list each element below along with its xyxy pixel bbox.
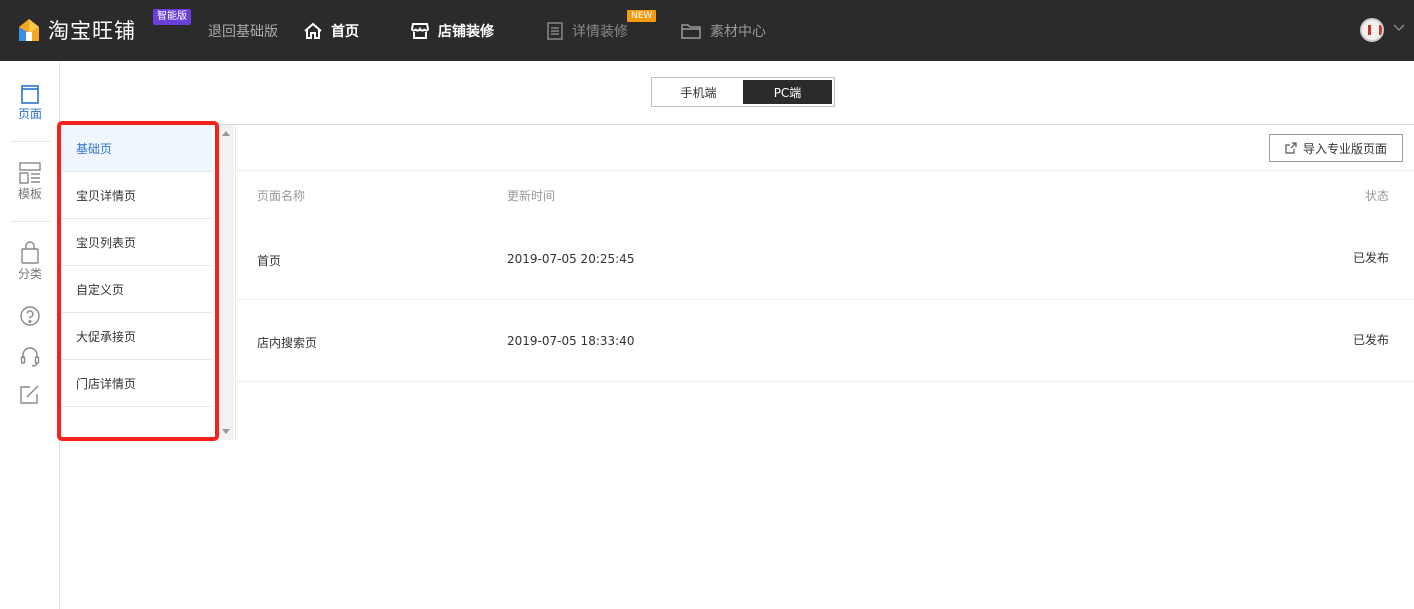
user-avatar[interactable]	[1360, 18, 1384, 42]
external-link-icon	[1285, 142, 1297, 154]
table-row[interactable]: 首页 2019-07-05 20:25:45 已发布	[236, 218, 1414, 300]
column-header-status: 状态	[1364, 189, 1389, 203]
rail-pages-label: 页面	[17, 107, 42, 121]
home-icon	[304, 22, 322, 39]
nav-detail-decoration[interactable]: 详情装修	[546, 0, 628, 61]
import-pro-page-button[interactable]: 导入专业版页面	[1269, 134, 1403, 162]
store-icon	[410, 22, 430, 39]
page-type-list: 基础页 宝贝详情页 宝贝列表页 自定义页 大促承接页 门店详情页	[62, 125, 212, 437]
page-content: 导入专业版页面 页面名称 更新时间 状态 首页 2019-07-05 20:25…	[235, 125, 1414, 440]
template-icon	[19, 162, 41, 184]
chevron-down-icon[interactable]	[1393, 24, 1405, 32]
page-type-item[interactable]: 自定义页	[62, 266, 212, 313]
pc-tab[interactable]: PC端	[743, 80, 832, 104]
edition-badge: 智能版	[153, 9, 191, 25]
scroll-up-arrow-icon[interactable]	[222, 131, 230, 136]
page-type-item[interactable]: 宝贝详情页	[62, 172, 212, 219]
rail-pages[interactable]: 页面	[0, 83, 60, 122]
nav-shop-decoration[interactable]: 店铺装修	[410, 0, 494, 61]
table-header: 页面名称 更新时间 状态	[236, 170, 1414, 218]
rail-categories-label: 分类	[17, 267, 42, 281]
column-header-name: 页面名称	[257, 189, 306, 203]
page-type-item[interactable]: 基础页	[62, 125, 212, 172]
row-status: 已发布	[1352, 333, 1389, 347]
folder-icon	[681, 23, 701, 39]
page-list-scrollbar[interactable]	[218, 125, 234, 440]
editor-header: 手机端 PC端	[60, 61, 1414, 125]
page-table: 页面名称 更新时间 状态 首页 2019-07-05 20:25:45 已发布 …	[236, 170, 1414, 382]
headset-icon	[20, 347, 40, 367]
customer-service-button[interactable]	[0, 345, 60, 369]
rail-categories[interactable]: 分类	[0, 241, 60, 282]
house-logo-icon	[18, 18, 40, 42]
help-button[interactable]	[0, 305, 60, 327]
question-icon	[20, 306, 40, 326]
logo-text: 淘宝旺铺	[48, 19, 136, 43]
left-icon-rail: 页面 模板 分类	[0, 61, 60, 609]
logo[interactable]: 淘宝旺铺	[18, 14, 136, 46]
device-toggle: 手机端 PC端	[651, 77, 835, 107]
new-badge: NEW	[627, 10, 657, 22]
scroll-down-arrow-icon[interactable]	[222, 429, 230, 434]
page-type-item[interactable]: 大促承接页	[62, 313, 212, 360]
row-page-name: 首页	[257, 254, 282, 268]
edit-icon	[20, 385, 39, 404]
edit-button[interactable]	[0, 383, 60, 405]
rail-templates-label: 模板	[17, 187, 42, 201]
mobile-tab[interactable]: 手机端	[654, 80, 743, 104]
row-updated-time: 2019-07-05 20:25:45	[507, 252, 635, 266]
row-updated-time: 2019-07-05 18:33:40	[507, 334, 635, 348]
page-type-item[interactable]: 宝贝列表页	[62, 219, 212, 266]
nav-material-center[interactable]: 素材中心	[680, 0, 766, 61]
row-status: 已发布	[1352, 251, 1389, 265]
page-type-item[interactable]: 门店详情页	[62, 360, 212, 407]
top-navbar: 淘宝旺铺 智能版 退回基础版 首页 店铺装修 详情装修 NEW 素材中心	[0, 0, 1414, 61]
column-header-updated: 更新时间	[507, 189, 556, 203]
rail-templates[interactable]: 模板	[0, 161, 60, 202]
row-page-name: 店内搜索页	[257, 336, 318, 350]
table-row[interactable]: 店内搜索页 2019-07-05 18:33:40 已发布	[236, 300, 1414, 382]
page-icon	[21, 85, 39, 104]
back-to-basic-link[interactable]: 退回基础版	[208, 0, 278, 61]
nav-home[interactable]: 首页	[303, 0, 359, 61]
import-pro-page-label: 导入专业版页面	[1302, 141, 1387, 156]
document-icon	[547, 21, 563, 40]
shopping-bag-icon	[21, 241, 39, 264]
